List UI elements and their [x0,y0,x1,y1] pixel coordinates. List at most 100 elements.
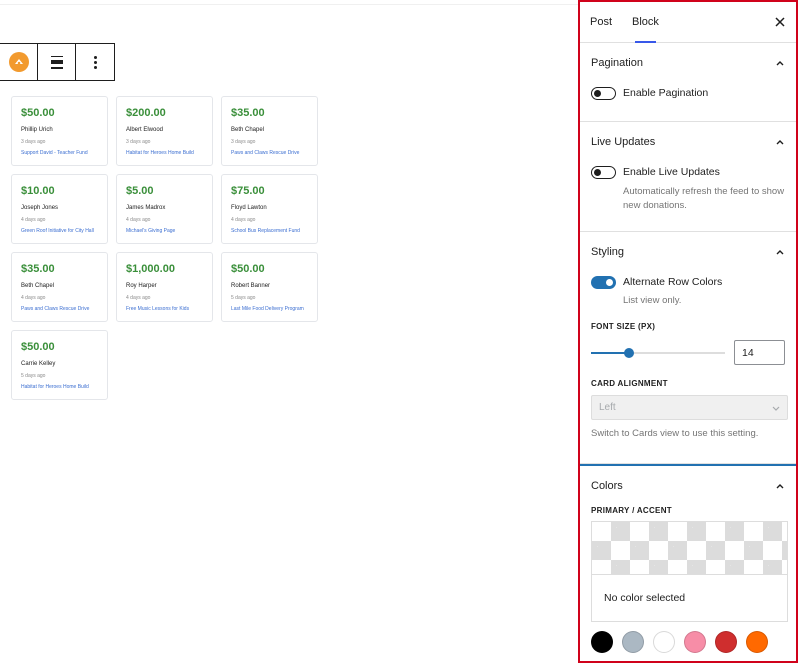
tab-block[interactable]: Block [622,2,669,43]
panel-title: Colors [591,480,623,492]
chevron-down-icon [772,406,780,411]
donor-name: James Madrox [126,205,166,211]
donation-amount: $50.00 [21,107,55,119]
tab-post[interactable]: Post [580,2,622,43]
donation-feed-logo-icon [8,52,29,72]
panel-title: Live Updates [591,136,656,148]
panel-title: Pagination [591,57,643,69]
block-toolbar [0,43,115,81]
chevron-up-icon [776,250,784,255]
colors-panel: Colors PRIMARY / ACCENT No color selecte… [580,464,796,661]
chevron-up-icon [776,484,784,489]
chevron-up-icon [776,140,784,145]
font-size-label: FONT SIZE (PX) [591,322,656,331]
campaign-link[interactable]: Last Mile Food Delivery Program [231,306,308,313]
chevron-up-icon [776,61,784,66]
donation-amount: $35.00 [231,107,265,119]
donation-amount: $50.00 [21,341,55,353]
block-type-button[interactable] [0,44,38,80]
align-button[interactable] [38,44,76,80]
donation-card: $50.00 Robert Banner 5 days ago Last Mil… [221,252,318,322]
toggle-label: Alternate Row Colors [623,276,723,288]
live-updates-panel-header[interactable]: Live Updates [591,122,785,162]
primary-accent-label: PRIMARY / ACCENT [591,506,672,515]
pagination-toggle-row: Enable Pagination [591,83,785,103]
color-swatch[interactable] [715,631,737,653]
block-settings-sidebar: Post Block Pagination Enable Pagination … [578,0,798,663]
donor-name: Floyd Lawton [231,205,267,211]
card-alignment-select[interactable]: Left [591,395,788,420]
donation-time: 5 days ago [231,295,256,301]
close-icon[interactable] [772,14,788,30]
colors-panel-header[interactable]: Colors [591,466,785,506]
donor-name: Robert Banner [231,283,271,289]
font-size-slider[interactable] [591,347,725,359]
donation-card: $35.00 Beth Chapel 4 days ago Paws and C… [11,252,108,322]
donation-card: $50.00 Carrie Kelley 5 days ago Habitat … [11,330,108,400]
transparent-preview [592,522,787,574]
align-wide-icon [50,55,63,69]
donation-card: $35.00 Beth Chapel 3 days ago Paws and C… [221,96,318,166]
card-alignment-label: CARD ALIGNMENT [591,379,668,388]
campaign-link[interactable]: Paws and Claws Rescue Drive [231,150,308,157]
pagination-panel-header[interactable]: Pagination [591,43,785,83]
donation-time: 4 days ago [21,295,46,301]
more-options-button[interactable] [76,44,114,80]
campaign-link[interactable]: Paws and Claws Rescue Drive [21,306,98,313]
donation-card: $5.00 James Madrox 4 days ago Michael's … [116,174,213,244]
editor-canvas: $50.00 Phillip Urich 3 days ago Support … [0,0,578,663]
donation-time: 4 days ago [21,217,46,223]
donation-time: 3 days ago [21,139,46,145]
live-updates-toggle[interactable] [591,165,616,179]
donor-name: Roy Harper [126,283,157,289]
color-swatch[interactable] [591,631,613,653]
donation-time: 4 days ago [126,295,151,301]
font-size-input[interactable] [734,340,785,365]
donation-amount: $200.00 [126,107,166,119]
campaign-link[interactable]: Michael's Giving Page [126,228,203,235]
donor-name: Phillip Urich [21,127,53,133]
campaign-link[interactable]: Free Music Lessons for Kids [126,306,203,313]
donation-card: $10.00 Joseph Jones 4 days ago Green Roo… [11,174,108,244]
help-text: List view only. [623,295,682,306]
campaign-link[interactable]: Habitat for Heroes Home Build [126,150,203,157]
alternate-rows-toggle[interactable] [591,275,616,289]
donation-amount: $50.00 [231,263,265,275]
help-text: Automatically refresh the feed to show n… [623,186,785,211]
donor-name: Beth Chapel [231,127,265,133]
donation-time: 5 days ago [21,373,46,379]
donation-time: 4 days ago [231,217,256,223]
donation-amount: $35.00 [21,263,55,275]
donation-card: $1,000.00 Roy Harper 4 days ago Free Mus… [116,252,213,322]
donation-amount: $75.00 [231,185,265,197]
campaign-link[interactable]: Green Roof Initiative for City Hall [21,228,98,235]
styling-panel-header[interactable]: Styling [591,232,785,272]
donation-cards-grid: $50.00 Phillip Urich 3 days ago Support … [11,96,321,400]
pagination-toggle[interactable] [591,86,616,100]
toggle-label: Enable Live Updates [623,166,720,178]
font-size-control [591,340,785,365]
donation-card: $75.00 Floyd Lawton 4 days ago School Bu… [221,174,318,244]
donation-amount: $1,000.00 [126,263,175,275]
donor-name: Beth Chapel [21,283,55,289]
donation-time: 3 days ago [126,139,151,145]
donor-name: Carrie Kelley [21,361,56,367]
more-vertical-icon [93,55,97,69]
campaign-link[interactable]: Habitat for Heroes Home Build [21,384,98,391]
campaign-link[interactable]: Support David - Teacher Fund [21,150,98,157]
pagination-panel: Pagination Enable Pagination [580,43,796,122]
color-swatch[interactable] [684,631,706,653]
panel-title: Styling [591,246,625,258]
donation-time: 3 days ago [231,139,256,145]
select-value: Left [599,402,616,413]
canvas-divider [0,4,578,5]
color-swatch[interactable] [622,631,644,653]
color-preview[interactable]: No color selected [591,521,788,622]
color-swatch[interactable] [746,631,768,653]
live-updates-panel: Live Updates Enable Live Updates Automat… [580,122,796,232]
toggle-label: Enable Pagination [623,87,709,99]
donation-time: 4 days ago [126,217,151,223]
campaign-link[interactable]: School Bus Replacement Fund [231,228,308,235]
color-swatch[interactable] [653,631,675,653]
donation-card: $200.00 Albert Elwood 3 days ago Habitat… [116,96,213,166]
